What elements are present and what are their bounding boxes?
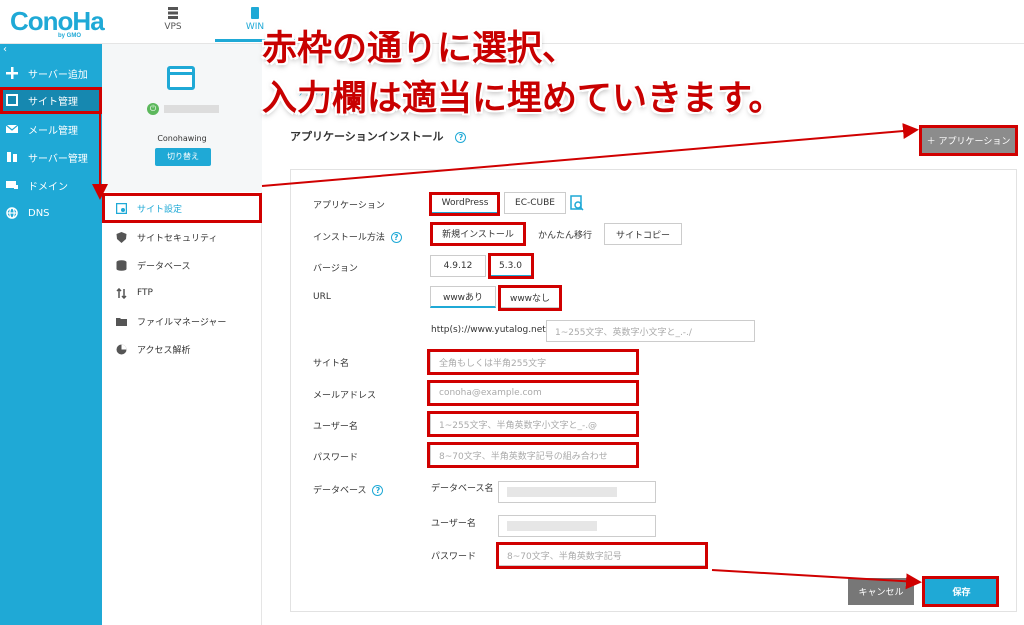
annotation-line-2: 入力欄は適当に埋めていきます。 <box>262 79 784 119</box>
annotation-line-1: 赤枠の通りに選択、 <box>262 29 578 69</box>
arrow-to-save <box>711 569 922 590</box>
arrow-to-add-application <box>261 123 919 187</box>
